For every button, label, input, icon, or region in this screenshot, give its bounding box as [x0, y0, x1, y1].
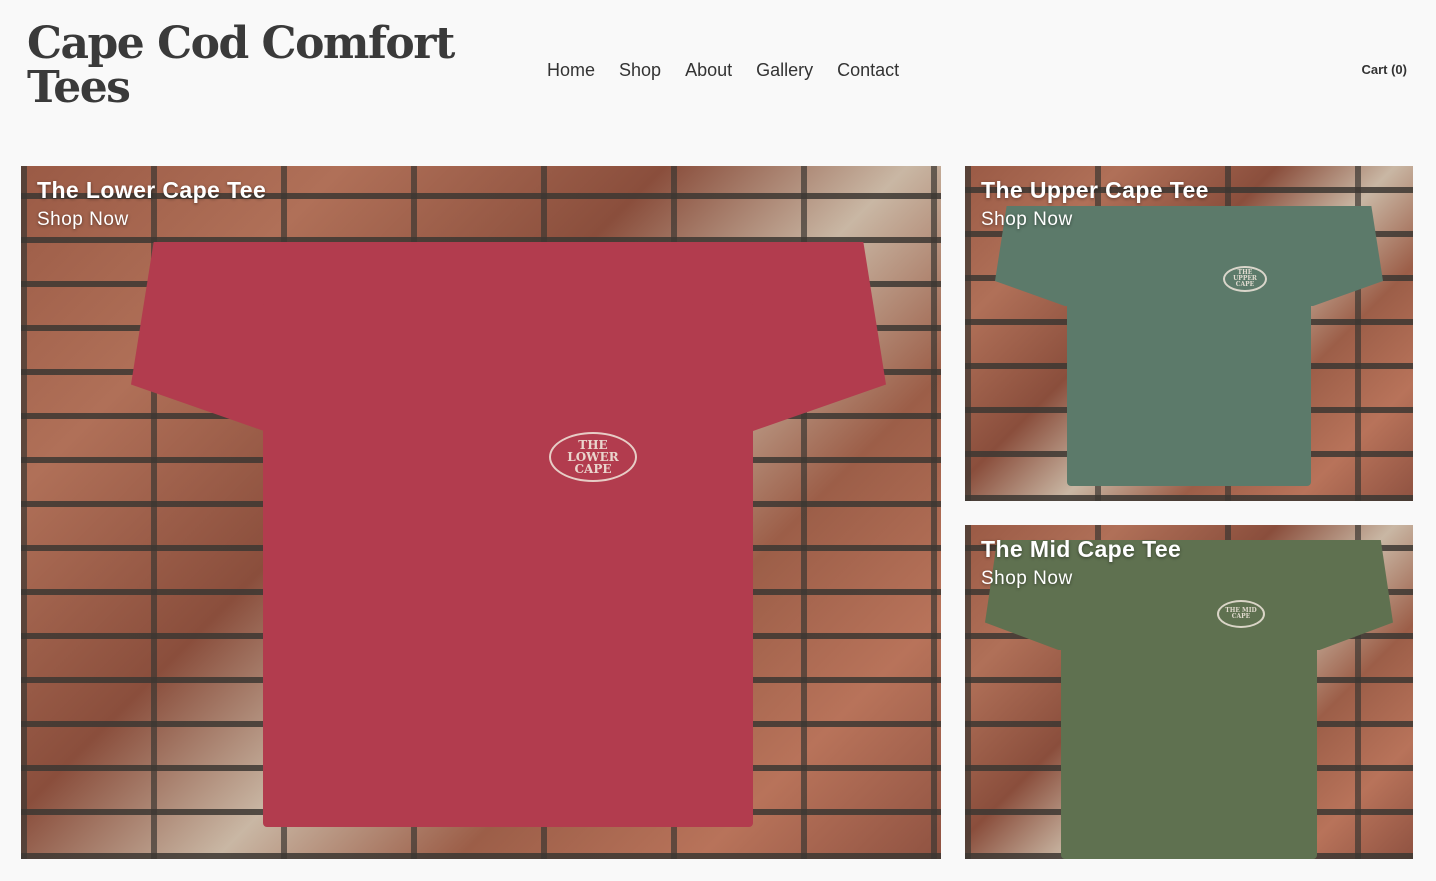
shop-now-link[interactable]: Shop Now	[981, 565, 1181, 593]
tile-caption: The Lower Cape Tee Shop Now	[37, 176, 266, 234]
shop-now-link[interactable]: Shop Now	[37, 206, 266, 234]
product-tile-mid-cape[interactable]: THE MID CAPE The Mid Cape Tee Shop Now	[965, 525, 1413, 859]
nav-about[interactable]: About	[685, 58, 732, 82]
product-tile-lower-cape[interactable]: THE LOWER CAPE The Lower Cape Tee Shop N…	[21, 166, 941, 859]
tshirt-image: THE UPPER CAPE	[995, 206, 1383, 491]
product-tile-upper-cape[interactable]: THE UPPER CAPE The Upper Cape Tee Shop N…	[965, 166, 1413, 501]
tshirt-logo: THE UPPER CAPE	[1223, 266, 1267, 292]
tshirt-image: THE LOWER CAPE	[131, 242, 886, 832]
nav-home[interactable]: Home	[547, 58, 595, 82]
tshirt-logo: THE MID CAPE	[1217, 600, 1265, 628]
nav-gallery[interactable]: Gallery	[756, 58, 813, 82]
site-title[interactable]: Cape Cod Comfort Tees	[27, 22, 487, 110]
tile-caption: The Mid Cape Tee Shop Now	[981, 535, 1181, 593]
cart-link[interactable]: Cart (0)	[1361, 62, 1407, 77]
tile-caption: The Upper Cape Tee Shop Now	[981, 176, 1209, 234]
tile-title: The Lower Cape Tee	[37, 177, 267, 203]
shop-now-link[interactable]: Shop Now	[981, 206, 1209, 234]
tile-title: The Upper Cape Tee	[981, 177, 1209, 203]
tshirt-logo: THE LOWER CAPE	[549, 432, 637, 482]
site-header: Cape Cod Comfort Tees Home Shop About Ga…	[0, 0, 1436, 140]
nav-shop[interactable]: Shop	[619, 58, 661, 82]
main-nav: Home Shop About Gallery Contact	[547, 58, 923, 82]
tile-title: The Mid Cape Tee	[981, 536, 1182, 562]
nav-contact[interactable]: Contact	[837, 58, 899, 82]
